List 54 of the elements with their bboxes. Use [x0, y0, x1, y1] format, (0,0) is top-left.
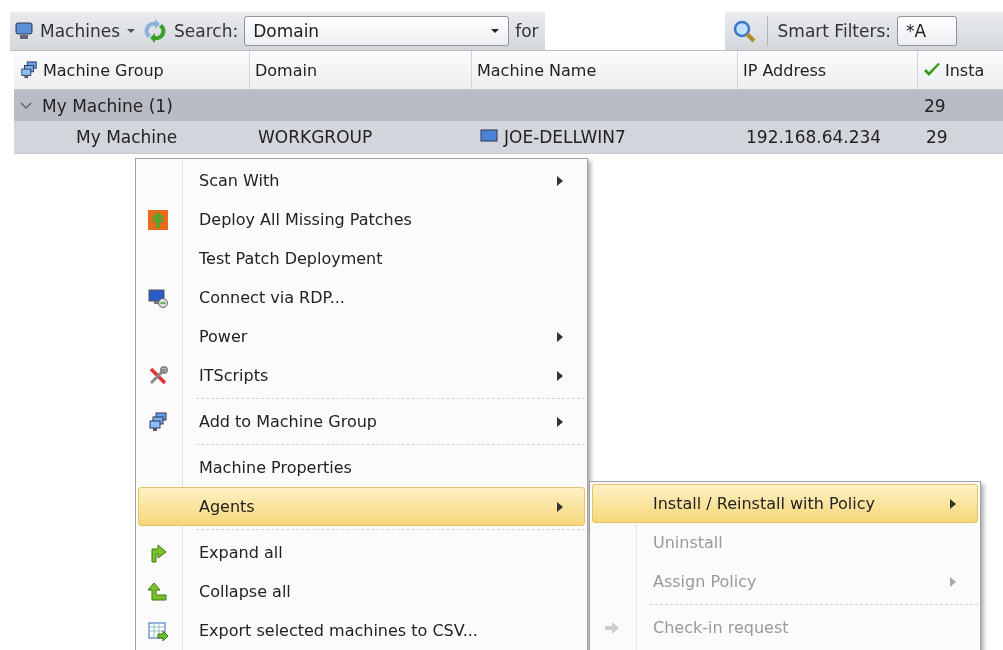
- monitor-icon: [148, 288, 168, 308]
- table-cell-text: 29: [925, 127, 949, 147]
- menu-item[interactable]: Agents: [138, 487, 585, 526]
- column-header[interactable]: Machine Name: [472, 51, 738, 89]
- expand-icon: [148, 543, 168, 563]
- menu-item[interactable]: Power: [138, 317, 585, 356]
- menu-item[interactable]: Machine Properties: [138, 448, 585, 487]
- smart-filters-label: Smart Filters:: [777, 21, 892, 41]
- tools-icon: [148, 366, 168, 386]
- group-count: 29: [923, 95, 947, 116]
- export-icon: [148, 621, 168, 641]
- menu-item[interactable]: Deploy All Missing Patches: [138, 200, 585, 239]
- search-by-dropdown[interactable]: Domain: [244, 16, 510, 46]
- menu-item[interactable]: Install / Reinstall with Policy: [592, 484, 978, 523]
- smart-filter-dropdown[interactable]: *A: [897, 16, 958, 46]
- menu-item[interactable]: Export selected machines to CSV...: [138, 611, 585, 650]
- menu-item[interactable]: Expand all: [138, 533, 585, 572]
- computers-icon: [19, 61, 39, 79]
- collapse-icon: [148, 582, 168, 602]
- submenu-arrow-icon: [949, 575, 957, 588]
- computer-icon: [480, 129, 498, 145]
- menu-item[interactable]: Test Patch Deployment: [138, 239, 585, 278]
- group-label: My Machine (1): [42, 95, 173, 116]
- search-label: Search:: [174, 21, 239, 41]
- group-row[interactable]: My Machine (1) 29: [14, 90, 1003, 121]
- table-cell-text: 192.168.64.234: [745, 127, 883, 147]
- table-cell: JOE-DELLWIN7: [472, 127, 738, 147]
- column-header[interactable]: Domain: [250, 51, 472, 89]
- menu-item[interactable]: Collapse all: [138, 572, 585, 611]
- submenu-arrow-icon: [556, 174, 564, 187]
- computers-icon: [148, 412, 168, 432]
- column-header[interactable]: Machine Group: [14, 51, 250, 89]
- submenu-arrow-icon: [949, 497, 957, 510]
- dropdown-arrow-icon[interactable]: [490, 28, 501, 34]
- collapse-chevron-icon[interactable]: [20, 101, 32, 110]
- menu-item[interactable]: Add to Machine Group: [138, 402, 585, 441]
- menu-item[interactable]: Connect via RDP...: [138, 278, 585, 317]
- menu-item[interactable]: Scan With: [138, 161, 585, 200]
- column-header[interactable]: Insta: [918, 51, 1003, 89]
- column-header[interactable]: IP Address: [738, 51, 918, 89]
- computer-icon: [14, 21, 34, 41]
- submenu-arrow-icon: [556, 500, 564, 513]
- table-cell-text: WORKGROUP: [257, 127, 374, 147]
- menu-item[interactable]: ITScripts: [138, 356, 585, 395]
- search-field[interactable]: [544, 12, 725, 50]
- submenu-arrow-icon: [556, 415, 564, 428]
- deploy-icon: [148, 210, 168, 230]
- machine-row[interactable]: My Machine WORKGROUP JOE-DELLWIN7 192.168.64.234 29: [14, 121, 1003, 154]
- submenu-arrow-icon: [556, 369, 564, 382]
- for-label: for: [515, 21, 539, 41]
- table-cell-text: My Machine: [75, 127, 179, 147]
- submenu-arrow-icon: [556, 330, 564, 343]
- machines-menu[interactable]: Machines: [40, 21, 121, 41]
- checkmark-icon: [923, 62, 941, 78]
